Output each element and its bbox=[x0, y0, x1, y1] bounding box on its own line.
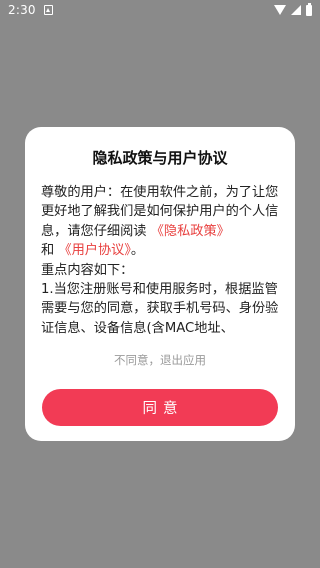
wifi-icon bbox=[274, 5, 286, 15]
user-agreement-link[interactable]: 《用户协议》 bbox=[58, 243, 131, 258]
status-left: 2:30 bbox=[8, 3, 53, 17]
and-text: 和 bbox=[41, 243, 55, 259]
dialog-body[interactable]: 尊敬的用户：在使用软件之前，为了让您更好地了解我们是如何保护用户的个人信息，请您… bbox=[41, 183, 281, 338]
battery-icon bbox=[306, 2, 312, 16]
disagree-exit-button[interactable]: 不同意，退出应用 bbox=[25, 352, 295, 368]
agreement-line: 和 《用户协议》。 bbox=[41, 241, 281, 260]
status-bar: 2:30 bbox=[0, 0, 320, 20]
dialog-title: 隐私政策与用户协议 bbox=[92, 149, 228, 167]
point-1-text: 1.当您注册账号和使用服务时，根据监管需要与您的同意，获取手机号码、身份验证信息… bbox=[41, 282, 279, 336]
signal-icon bbox=[291, 5, 301, 15]
agree-button[interactable]: 同意 bbox=[42, 389, 278, 426]
notification-icon bbox=[43, 5, 53, 15]
privacy-policy-link[interactable]: 《隐私政策》 bbox=[151, 224, 230, 239]
period-text: 。 bbox=[130, 243, 145, 259]
status-right bbox=[274, 2, 312, 16]
privacy-dialog: 隐私政策与用户协议 尊敬的用户：在使用软件之前，为了让您更好地了解我们是如何保护… bbox=[25, 127, 295, 441]
key-points-heading: 重点内容如下： bbox=[41, 262, 134, 278]
intro-paragraph: 尊敬的用户：在使用软件之前，为了让您更好地了解我们是如何保护用户的个人信息，请您… bbox=[41, 183, 281, 241]
status-time: 2:30 bbox=[8, 3, 36, 17]
